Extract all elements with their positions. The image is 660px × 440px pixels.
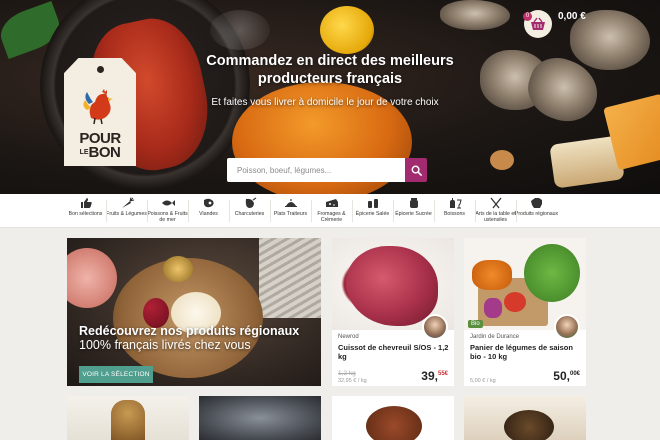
nav-label: Plats Traiteurs [273,211,308,217]
logo-text-le: LE [79,149,89,157]
veg-tomato [504,292,526,312]
product-tile[interactable] [67,396,189,440]
promo-title: Redécouvrez nos produits régionaux [79,324,300,338]
nav-item-charcuteries[interactable]: Charcuteries [229,194,270,228]
cart-total[interactable]: 0,00 € [558,11,586,22]
price-decimal: 55€ [437,371,448,377]
price-integer: 50, [553,369,570,383]
nav-item-fruits-legumes[interactable]: Fruits & Légumes [106,194,147,228]
cheese-icon [325,199,338,207]
nav-item-bon-selections[interactable]: Bon sélections [65,194,106,228]
search-icon [411,165,422,176]
product-seller[interactable]: Jardin de Durance [470,334,519,340]
producer-avatar[interactable] [422,314,448,340]
product-tile[interactable] [332,396,454,440]
category-nav: Bon sélections Fruits & Légumes Poissons… [0,194,660,228]
search-button[interactable] [405,158,427,182]
product-tile[interactable] [199,396,321,440]
nav-item-plats-traiteurs[interactable]: Plats Traiteurs [270,194,311,228]
product-price: 50,00€ [553,369,580,383]
thumbs-up-icon [80,198,92,208]
nav-label: Bon sélections [68,211,103,217]
veg-pepper [484,298,502,318]
tag-hole [97,66,104,73]
cart-count-badge: 0 [523,12,532,21]
nav-label: Épicerie Sucrée [395,211,432,217]
cutlery-icon [489,197,502,209]
fish-icon [161,200,175,206]
promo-olives [163,256,193,282]
hero-subline: Et faites vous livrer à domicile le jour… [211,97,439,108]
ham-icon [245,197,256,208]
price-integer: 39, [421,369,438,383]
tile-pot [504,410,554,440]
bio-badge: Bio [468,320,483,328]
hero-banner: POUR LEBON Commandez en direct des meill… [0,0,660,194]
tile-crab [366,406,422,440]
nav-item-epicerie-sucree[interactable]: Épicerie Sucrée [393,194,434,228]
nav-item-produits-regionaux[interactable]: Produits régionaux [514,194,559,228]
logo-text-bon-word: BON [88,144,121,161]
basket-icon [531,17,545,30]
promo-cloth [259,238,321,318]
nav-label: Charcuteries [234,211,265,217]
product-price: 39,55€ [421,369,448,383]
promo-banner[interactable]: Redécouvrez nos produits régionaux 100% … [67,238,321,386]
bottle-icon [449,198,462,209]
nav-label: Produits régionaux [514,211,559,217]
promo-subtitle: 100% français livrés chez vous [79,338,251,352]
rooster-icon [83,89,113,125]
nav-item-poissons[interactable]: Poissons & Fruits de mer [147,194,188,228]
producer-avatar[interactable] [554,314,580,340]
product-old-price: 1,2 kg [338,370,356,377]
search-input[interactable] [227,158,405,182]
nav-item-fromages[interactable]: Fromages & Crèmerie [311,194,352,228]
venison-meat [346,246,438,326]
product-card[interactable]: Bio Jardin de Durance Panier de légumes … [464,238,586,386]
nav-label: Arts de la table et ustensiles [475,211,516,223]
product-seller[interactable]: Newrod [338,334,359,340]
dish-icon [284,199,297,207]
veg-carrot [472,260,512,290]
logo-text-bon: LEBON [64,144,136,161]
product-unit-price: 5,00 € / kg [470,378,496,384]
product-card[interactable]: Newrod Cuissot de chevreuil S/OS - 1,2 k… [332,238,454,386]
site-logo[interactable]: POUR LEBON [64,58,136,166]
hero-salt [210,10,270,50]
nav-label: Poissons & Fruits de mer [147,211,188,223]
hero-headline: Commandez en direct des meilleurs produc… [206,53,454,87]
product-name[interactable]: Cuissot de chevreuil S/OS - 1,2 kg [338,343,450,361]
meat-icon [203,198,214,208]
price-decimal: 00€ [569,371,580,377]
main-content: Redécouvrez nos produits régionaux 100% … [0,228,660,440]
product-tile[interactable] [464,396,586,440]
product-name[interactable]: Panier de légumes de saison bio - 10 kg [470,343,582,361]
nav-item-epicerie-salee[interactable]: Épicerie Salée [352,194,393,228]
see-selection-button[interactable]: VOIR LA SÉLECTION [79,366,153,383]
nav-label: Fruits & Légumes [106,211,147,217]
nav-label: Fromages & Crèmerie [317,211,346,223]
promo-ham [67,248,117,308]
honey-icon [409,198,418,208]
hero-lemon [320,6,374,54]
nav-label: Boissons [443,211,466,217]
product-unit-price: 32,95 € / kg [338,378,367,384]
veg-leaf [524,244,580,302]
nav-item-viandes[interactable]: Viandes [188,194,229,228]
nav-label: Viandes [199,211,218,217]
carrot-icon [121,197,134,208]
salt-icon [367,199,378,208]
hero-mushroom [490,150,514,170]
hero-oyster [440,0,510,30]
tile-jar [111,400,145,440]
nav-label: Épicerie Salée [355,211,390,217]
nav-item-boissons[interactable]: Boissons [434,194,475,228]
france-map-icon [530,198,542,208]
nav-item-arts-table[interactable]: Arts de la table et ustensiles [475,194,516,228]
